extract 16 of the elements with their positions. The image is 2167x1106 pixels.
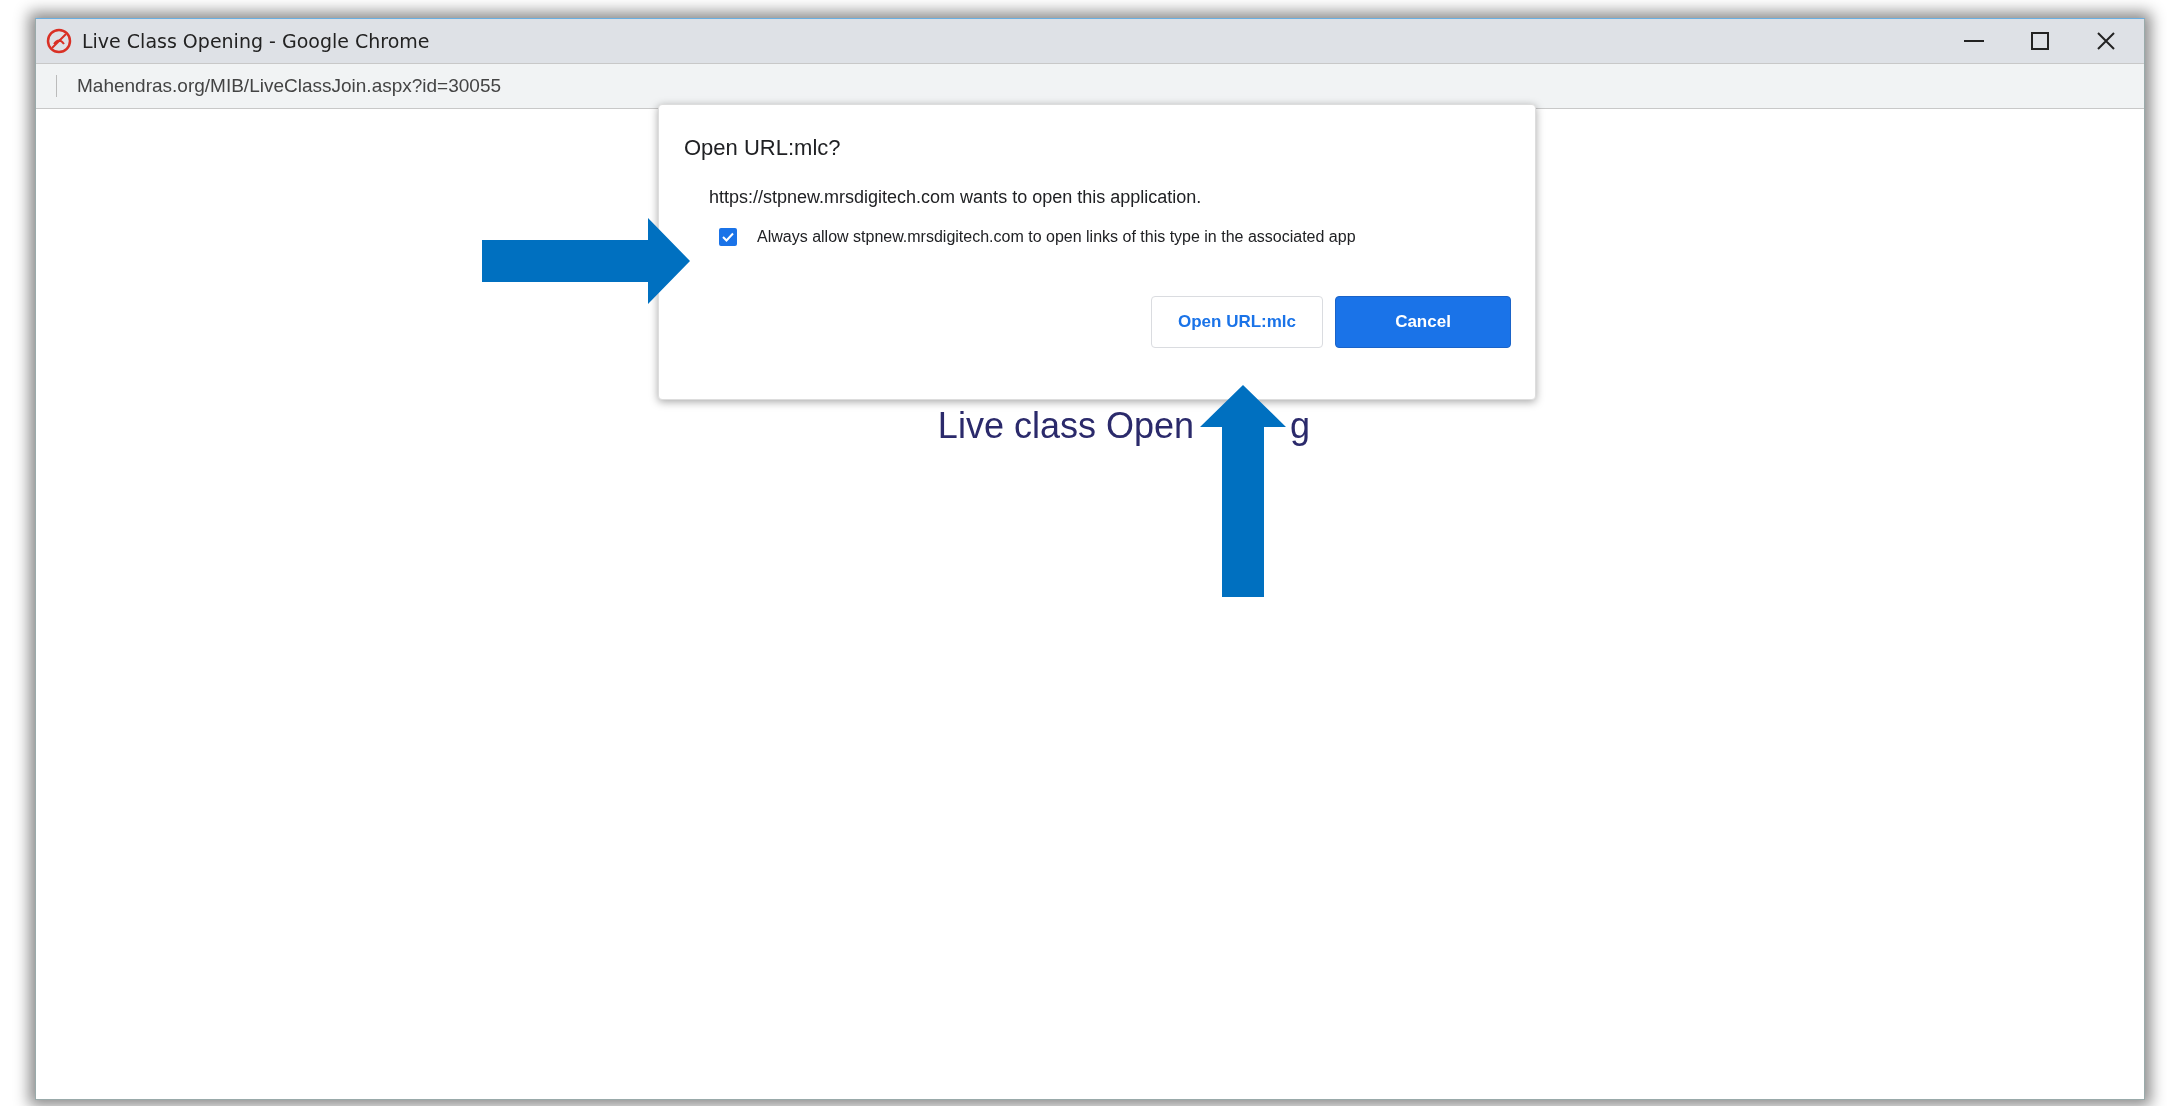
window-title: Live Class Opening - Google Chrome	[82, 30, 431, 52]
minimize-icon	[1964, 39, 1984, 43]
blocked-site-icon	[46, 28, 72, 54]
maximize-icon	[2031, 32, 2049, 50]
checkbox[interactable]	[719, 228, 737, 246]
heading-fragment: g	[1290, 405, 1311, 447]
checkbox-label: Always allow stpnew.mrsdigitech.com to open links of this type in the associated app	[757, 228, 1356, 246]
cancel-button[interactable]: Cancel	[1335, 296, 1511, 348]
dialog-title: Open URL:mlc?	[684, 135, 842, 161]
page-heading: Live class Open	[937, 405, 1194, 447]
dialog-message: https://stpnew.mrsdigitech.com wants to open this application.	[709, 187, 1203, 208]
right-arrow-icon	[482, 218, 692, 304]
up-arrow-icon	[1200, 385, 1286, 597]
address-text: Mahendras.org/MIB/LiveClassJoin.aspx?id=30055	[56, 75, 502, 97]
close-icon	[2096, 31, 2116, 51]
open-button[interactable]: Open URL:mlc	[1151, 296, 1323, 348]
